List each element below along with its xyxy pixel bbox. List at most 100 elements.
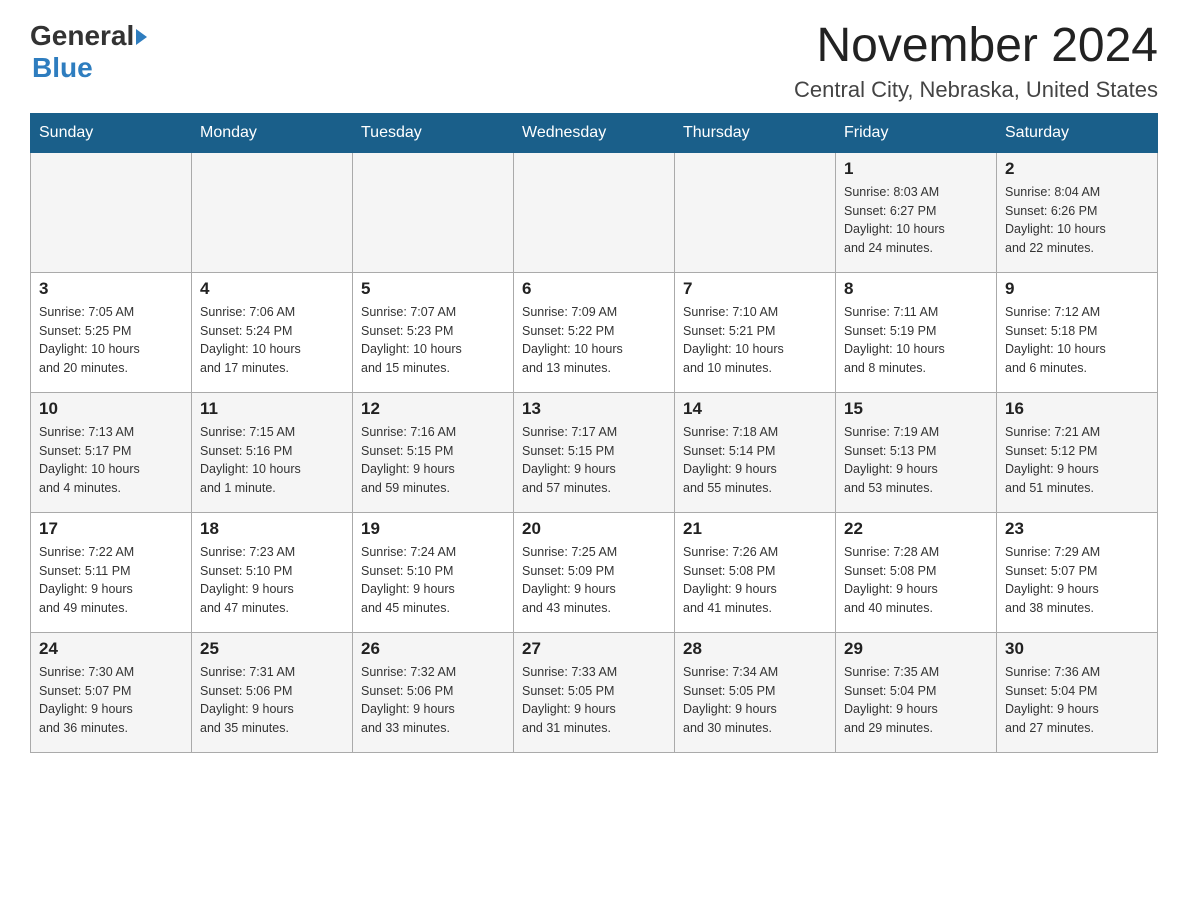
day-info: Sunrise: 7:17 AMSunset: 5:15 PMDaylight:… xyxy=(522,423,666,498)
calendar-header-row: SundayMondayTuesdayWednesdayThursdayFrid… xyxy=(31,113,1158,152)
calendar-cell xyxy=(192,152,353,272)
month-title: November 2024 xyxy=(794,20,1158,73)
calendar-cell: 29 Sunrise: 7:35 AMSunset: 5:04 PMDayligh… xyxy=(836,632,997,752)
calendar-week-row: 1Sunrise: 8:03 AMSunset: 6:27 PMDaylight… xyxy=(31,152,1158,272)
day-number: 8 xyxy=(844,279,988,299)
logo: General Blue xyxy=(30,20,147,84)
day-info: Sunrise: 7:11 AMSunset: 5:19 PMDaylight:… xyxy=(844,303,988,378)
day-number: 14 xyxy=(683,399,827,419)
calendar-cell: 3Sunrise: 7:05 AMSunset: 5:25 PMDaylight… xyxy=(31,272,192,392)
calendar-cell: 13 Sunrise: 7:17 AMSunset: 5:15 PMDayligh… xyxy=(514,392,675,512)
col-header-monday: Monday xyxy=(192,113,353,152)
calendar-cell: 8 Sunrise: 7:11 AMSunset: 5:19 PMDaylight… xyxy=(836,272,997,392)
day-info: Sunrise: 7:10 AMSunset: 5:21 PMDaylight:… xyxy=(683,303,827,378)
location-title: Central City, Nebraska, United States xyxy=(794,77,1158,103)
calendar-cell: 24 Sunrise: 7:30 AMSunset: 5:07 PMDayligh… xyxy=(31,632,192,752)
day-number: 16 xyxy=(1005,399,1149,419)
calendar-cell: 21 Sunrise: 7:26 AMSunset: 5:08 PMDayligh… xyxy=(675,512,836,632)
day-number: 13 xyxy=(522,399,666,419)
day-number: 4 xyxy=(200,279,344,299)
calendar-cell: 10Sunrise: 7:13 AMSunset: 5:17 PMDayligh… xyxy=(31,392,192,512)
calendar-table: SundayMondayTuesdayWednesdayThursdayFrid… xyxy=(30,113,1158,753)
day-info: Sunrise: 7:34 AMSunset: 5:05 PMDaylight:… xyxy=(683,663,827,738)
day-info: Sunrise: 7:19 AMSunset: 5:13 PMDaylight:… xyxy=(844,423,988,498)
calendar-cell: 1Sunrise: 8:03 AMSunset: 6:27 PMDaylight… xyxy=(836,152,997,272)
calendar-cell: 16 Sunrise: 7:21 AMSunset: 5:12 PMDayligh… xyxy=(997,392,1158,512)
day-info: Sunrise: 7:28 AMSunset: 5:08 PMDaylight:… xyxy=(844,543,988,618)
calendar-cell: 26Sunrise: 7:32 AMSunset: 5:06 PMDayligh… xyxy=(353,632,514,752)
day-info: Sunrise: 7:25 AMSunset: 5:09 PMDaylight:… xyxy=(522,543,666,618)
calendar-cell: 14 Sunrise: 7:18 AMSunset: 5:14 PMDayligh… xyxy=(675,392,836,512)
day-number: 17 xyxy=(39,519,183,539)
calendar-cell: 30 Sunrise: 7:36 AMSunset: 5:04 PMDayligh… xyxy=(997,632,1158,752)
day-info: Sunrise: 7:18 AMSunset: 5:14 PMDaylight:… xyxy=(683,423,827,498)
day-number: 6 xyxy=(522,279,666,299)
day-number: 26 xyxy=(361,639,505,659)
day-info: Sunrise: 7:13 AMSunset: 5:17 PMDaylight:… xyxy=(39,423,183,498)
logo-general-text: General xyxy=(30,20,134,52)
day-number: 21 xyxy=(683,519,827,539)
day-number: 23 xyxy=(1005,519,1149,539)
day-number: 7 xyxy=(683,279,827,299)
calendar-cell: 15 Sunrise: 7:19 AMSunset: 5:13 PMDayligh… xyxy=(836,392,997,512)
page-header: General Blue November 2024 Central City,… xyxy=(30,20,1158,103)
day-number: 25 xyxy=(200,639,344,659)
day-info: Sunrise: 7:33 AMSunset: 5:05 PMDaylight:… xyxy=(522,663,666,738)
day-info: Sunrise: 7:26 AMSunset: 5:08 PMDaylight:… xyxy=(683,543,827,618)
day-info: Sunrise: 7:36 AMSunset: 5:04 PMDaylight:… xyxy=(1005,663,1149,738)
day-info: Sunrise: 7:23 AMSunset: 5:10 PMDaylight:… xyxy=(200,543,344,618)
day-info: Sunrise: 7:09 AMSunset: 5:22 PMDaylight:… xyxy=(522,303,666,378)
calendar-cell: 2 Sunrise: 8:04 AMSunset: 6:26 PMDaylight… xyxy=(997,152,1158,272)
col-header-wednesday: Wednesday xyxy=(514,113,675,152)
day-number: 19 xyxy=(361,519,505,539)
calendar-cell: 6 Sunrise: 7:09 AMSunset: 5:22 PMDaylight… xyxy=(514,272,675,392)
logo-blue-text: Blue xyxy=(32,52,93,84)
calendar-cell: 4 Sunrise: 7:06 AMSunset: 5:24 PMDaylight… xyxy=(192,272,353,392)
day-number: 15 xyxy=(844,399,988,419)
day-info: Sunrise: 7:16 AMSunset: 5:15 PMDaylight:… xyxy=(361,423,505,498)
calendar-week-row: 17 Sunrise: 7:22 AMSunset: 5:11 PMDayligh… xyxy=(31,512,1158,632)
calendar-cell xyxy=(31,152,192,272)
day-number: 2 xyxy=(1005,159,1149,179)
day-info: Sunrise: 7:30 AMSunset: 5:07 PMDaylight:… xyxy=(39,663,183,738)
day-info: Sunrise: 7:15 AMSunset: 5:16 PMDaylight:… xyxy=(200,423,344,498)
calendar-cell xyxy=(675,152,836,272)
day-info: Sunrise: 7:06 AMSunset: 5:24 PMDaylight:… xyxy=(200,303,344,378)
calendar-cell: 11Sunrise: 7:15 AMSunset: 5:16 PMDayligh… xyxy=(192,392,353,512)
day-number: 1 xyxy=(844,159,988,179)
calendar-cell: 22 Sunrise: 7:28 AMSunset: 5:08 PMDayligh… xyxy=(836,512,997,632)
calendar-cell: 18 Sunrise: 7:23 AMSunset: 5:10 PMDayligh… xyxy=(192,512,353,632)
day-info: Sunrise: 7:22 AMSunset: 5:11 PMDaylight:… xyxy=(39,543,183,618)
calendar-cell: 20 Sunrise: 7:25 AMSunset: 5:09 PMDayligh… xyxy=(514,512,675,632)
day-info: Sunrise: 7:29 AMSunset: 5:07 PMDaylight:… xyxy=(1005,543,1149,618)
col-header-sunday: Sunday xyxy=(31,113,192,152)
col-header-friday: Friday xyxy=(836,113,997,152)
day-number: 29 xyxy=(844,639,988,659)
calendar-cell: 9Sunrise: 7:12 AMSunset: 5:18 PMDaylight… xyxy=(997,272,1158,392)
calendar-week-row: 24 Sunrise: 7:30 AMSunset: 5:07 PMDayligh… xyxy=(31,632,1158,752)
day-info: Sunrise: 7:24 AMSunset: 5:10 PMDaylight:… xyxy=(361,543,505,618)
calendar-cell: 12 Sunrise: 7:16 AMSunset: 5:15 PMDayligh… xyxy=(353,392,514,512)
day-number: 12 xyxy=(361,399,505,419)
day-number: 5 xyxy=(361,279,505,299)
day-number: 30 xyxy=(1005,639,1149,659)
day-number: 22 xyxy=(844,519,988,539)
day-info: Sunrise: 8:04 AMSunset: 6:26 PMDaylight:… xyxy=(1005,183,1149,258)
calendar-cell xyxy=(353,152,514,272)
calendar-cell: 5Sunrise: 7:07 AMSunset: 5:23 PMDaylight… xyxy=(353,272,514,392)
calendar-cell: 23 Sunrise: 7:29 AMSunset: 5:07 PMDayligh… xyxy=(997,512,1158,632)
calendar-cell: 28 Sunrise: 7:34 AMSunset: 5:05 PMDayligh… xyxy=(675,632,836,752)
day-number: 18 xyxy=(200,519,344,539)
col-header-thursday: Thursday xyxy=(675,113,836,152)
calendar-cell: 17 Sunrise: 7:22 AMSunset: 5:11 PMDayligh… xyxy=(31,512,192,632)
day-number: 27 xyxy=(522,639,666,659)
day-number: 28 xyxy=(683,639,827,659)
col-header-tuesday: Tuesday xyxy=(353,113,514,152)
day-info: Sunrise: 7:12 AMSunset: 5:18 PMDaylight:… xyxy=(1005,303,1149,378)
calendar-cell: 19 Sunrise: 7:24 AMSunset: 5:10 PMDayligh… xyxy=(353,512,514,632)
day-info: Sunrise: 7:35 AMSunset: 5:04 PMDaylight:… xyxy=(844,663,988,738)
day-number: 20 xyxy=(522,519,666,539)
day-info: Sunrise: 7:21 AMSunset: 5:12 PMDaylight:… xyxy=(1005,423,1149,498)
calendar-cell: 7 Sunrise: 7:10 AMSunset: 5:21 PMDaylight… xyxy=(675,272,836,392)
day-number: 24 xyxy=(39,639,183,659)
